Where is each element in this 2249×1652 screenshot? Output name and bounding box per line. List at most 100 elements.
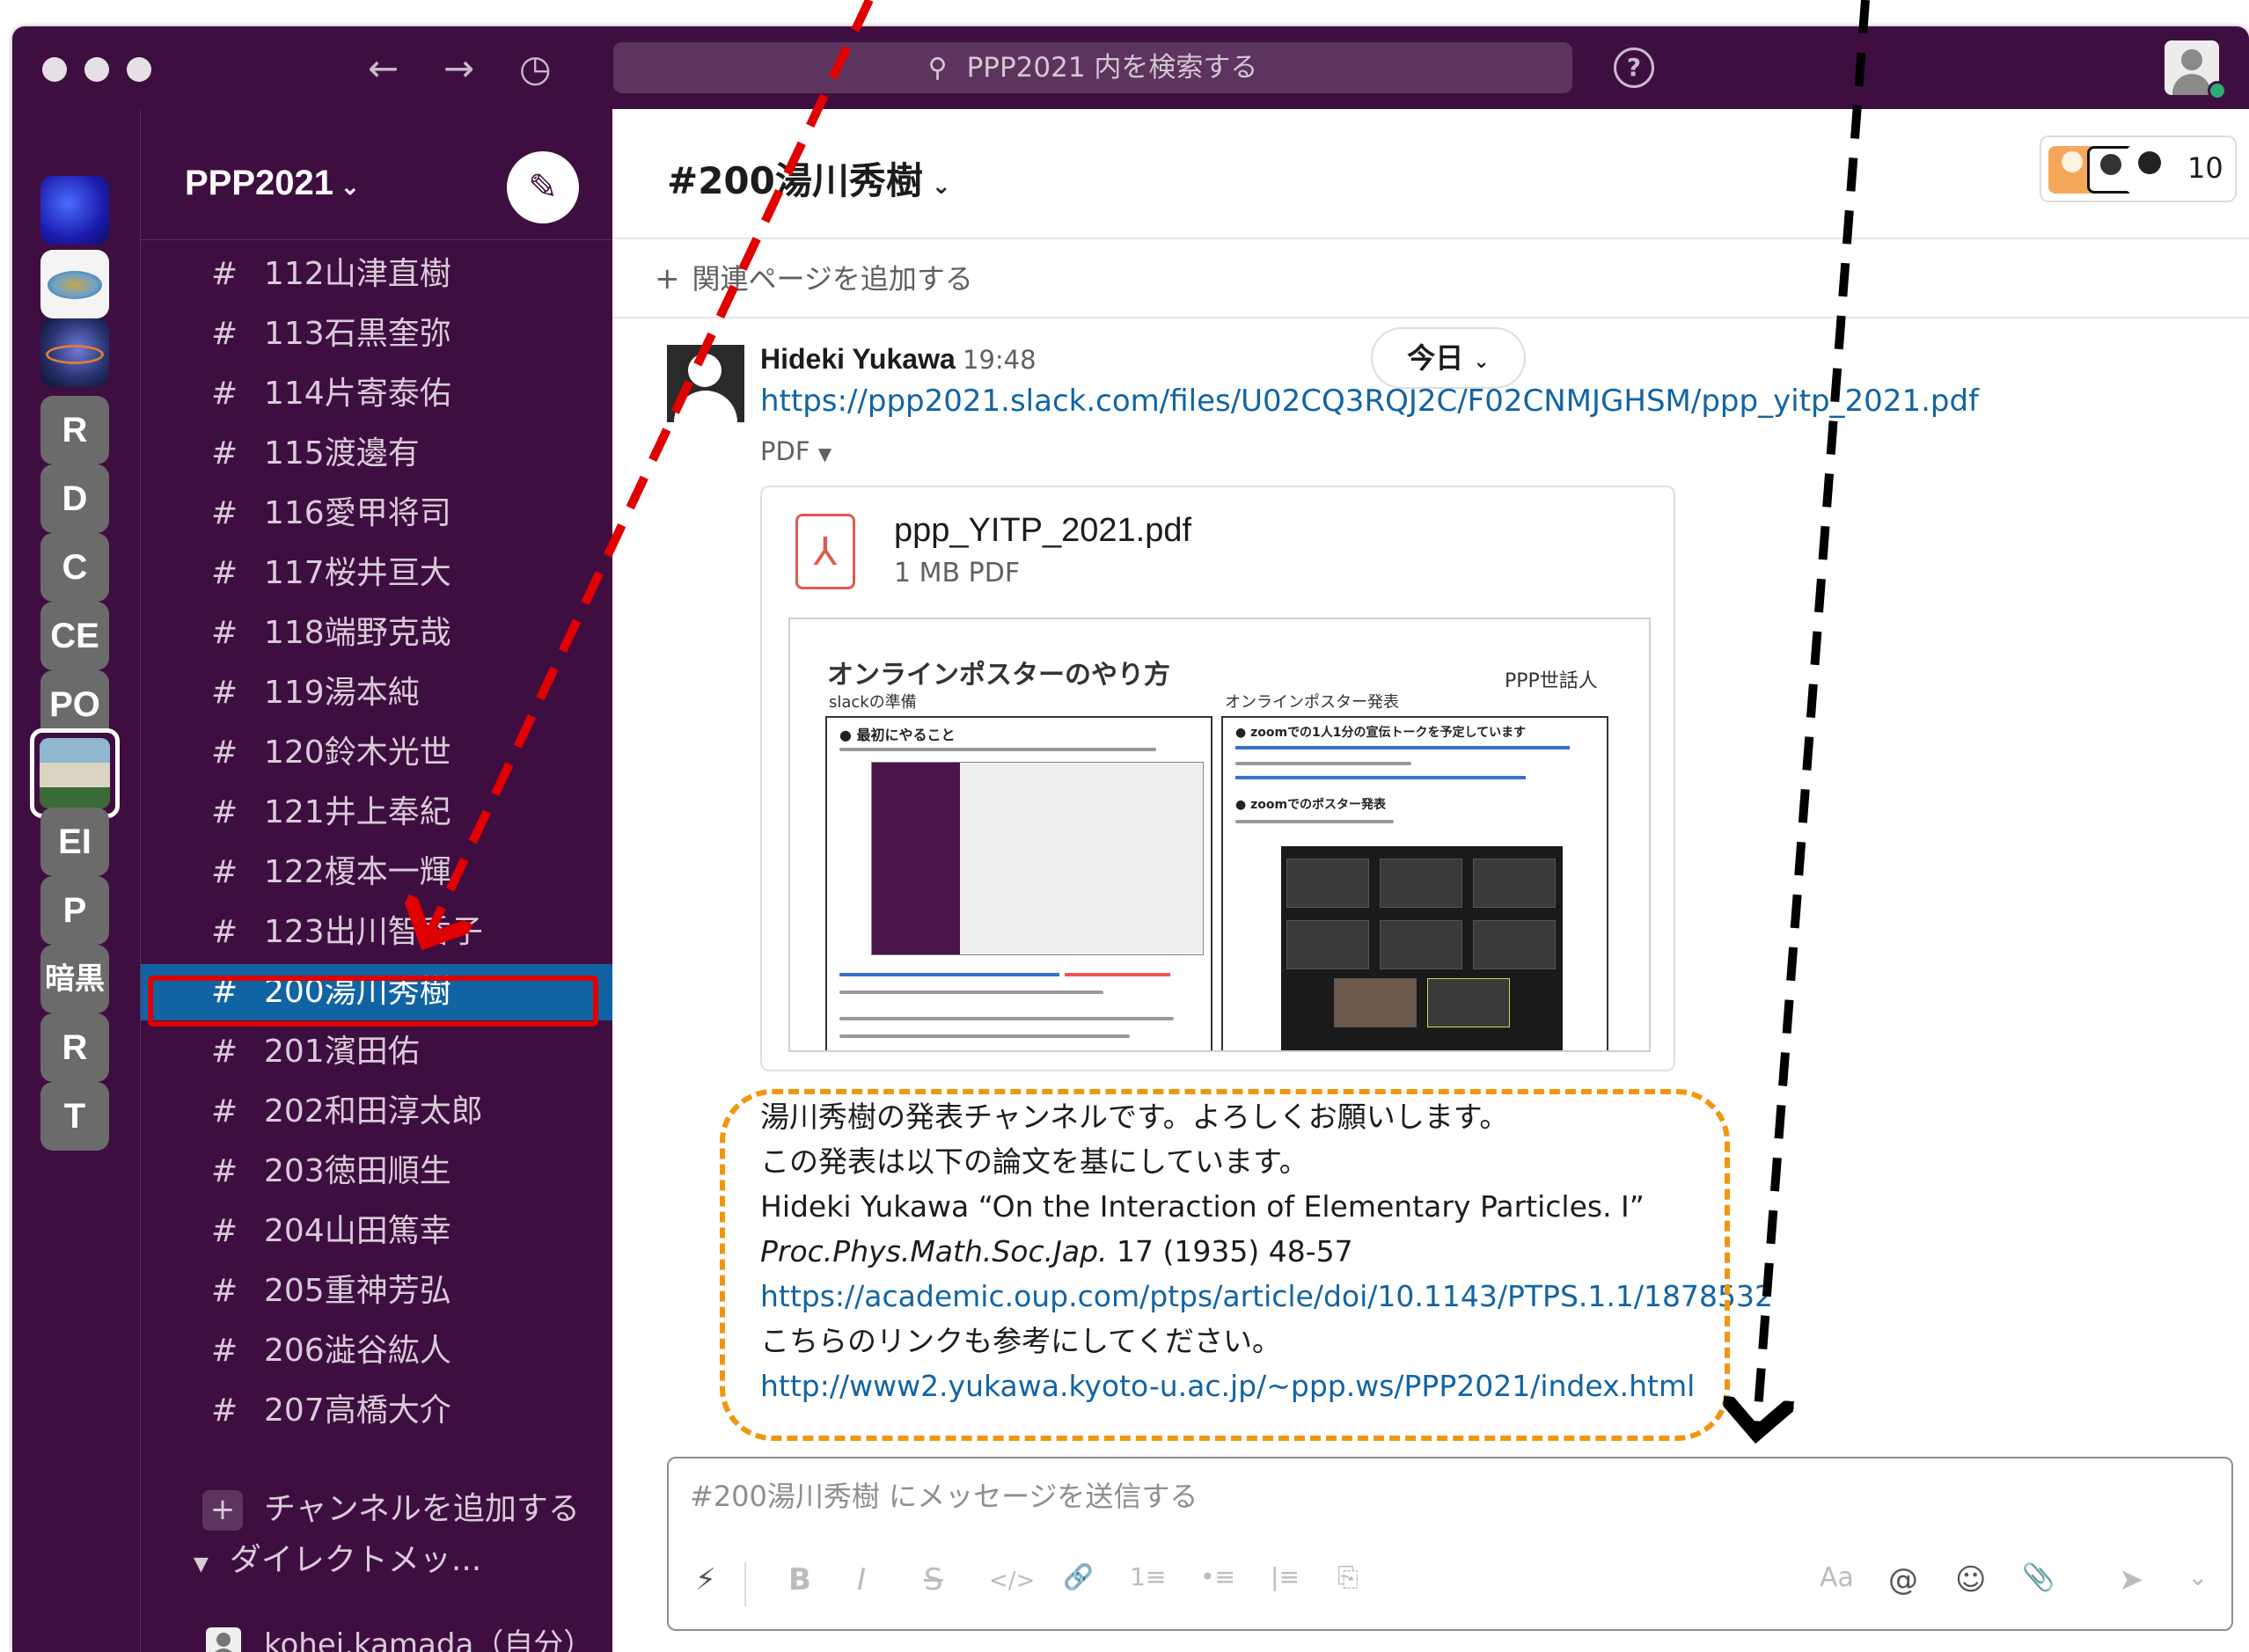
sidebar-channel[interactable]: #119湯本純 [141, 665, 612, 721]
chevron-down-icon: ⌄ [931, 173, 951, 200]
channel-name: 202和田淳太郎 [264, 1093, 483, 1129]
workspace-icon[interactable]: R [40, 1013, 109, 1082]
workspace-icon[interactable]: T [40, 1082, 109, 1151]
hash-icon: # [211, 1393, 238, 1429]
file-url-link[interactable]: https://ppp2021.slack.com/files/U02CQ3RQ… [760, 384, 1979, 419]
workspace-icon[interactable] [40, 176, 109, 245]
bold-icon[interactable]: B [788, 1562, 811, 1597]
sidebar-channel[interactable]: #206澁谷紘人 [141, 1323, 612, 1379]
search-bar[interactable]: ⚲ PPP2021 内を検索する [613, 42, 1572, 93]
window-zoom-button[interactable] [127, 57, 151, 82]
add-bookmark-button[interactable]: + 関連ページを追加する [655, 257, 973, 297]
add-channel-button[interactable]: + チャンネルを追加する [141, 1481, 612, 1538]
sidebar-channel[interactable]: #205重神芳弘 [141, 1263, 612, 1319]
sidebar-channel[interactable]: #122榎本一輝 [141, 844, 612, 901]
sidebar-channel[interactable]: #203徳田順生 [141, 1144, 612, 1200]
channel-name: 119湯本純 [264, 675, 420, 711]
sidebar-channel[interactable]: #118端野克哉 [141, 605, 612, 662]
compose-icon[interactable]: ✎ [507, 151, 579, 223]
preview-bullet: ● zoomでのポスター発表 [1235, 798, 1387, 812]
bookmark-label: 関連ページを追加する [692, 262, 973, 296]
workspace-icon[interactable]: D [40, 464, 109, 533]
sidebar-channel[interactable]: #201濱田佑 [141, 1024, 612, 1080]
date-divider-button[interactable]: 今日 ⌄ [1371, 327, 1526, 389]
caret-down-icon: ▼ [194, 1553, 209, 1575]
code-icon[interactable]: </> [989, 1568, 1035, 1594]
ordered-list-icon[interactable]: 1≡ [1130, 1562, 1166, 1591]
send-options-icon[interactable]: ⌄ [2187, 1562, 2208, 1591]
file-name[interactable]: ppp_YITP_2021.pdf [894, 512, 1191, 550]
window-close-button[interactable] [42, 57, 67, 82]
file-attachment-card[interactable]: ⅄ ppp_YITP_2021.pdf 1 MB PDF オンラインポスターのや… [760, 486, 1675, 1071]
sidebar-channel[interactable]: #121井上奉紀 [141, 785, 612, 841]
sidebar-channel[interactable]: #116愛甲将司 [141, 486, 612, 542]
blockquote-icon[interactable]: |≡ [1271, 1562, 1300, 1591]
chevron-down-icon: ⌄ [341, 173, 360, 200]
workspace-icon[interactable]: C [40, 533, 109, 602]
window-minimize-button[interactable] [84, 57, 109, 82]
formatting-icon[interactable]: Aa [1820, 1562, 1854, 1593]
workspace-icon[interactable]: R [40, 396, 109, 464]
sidebar-channel[interactable]: #123出川智香子 [141, 904, 612, 961]
send-icon[interactable]: ➤ [2119, 1562, 2144, 1597]
message-timestamp[interactable]: 19:48 [963, 345, 1037, 375]
bullet-list-icon[interactable]: •≡ [1200, 1562, 1235, 1591]
channel-name: 123出川智香子 [264, 914, 483, 950]
dm-item[interactable]: kohei.kamada（自分） [141, 1617, 612, 1652]
back-arrow-icon[interactable]: ← [368, 44, 399, 93]
preview-text-line [839, 1034, 1130, 1038]
sidebar-channel[interactable]: #112山津直樹 [141, 246, 612, 303]
sidebar-channel[interactable]: #120鈴木光世 [141, 725, 612, 781]
hash-icon: # [211, 1093, 238, 1129]
app-window: ← → ◷ ⚲ PPP2021 内を検索する ? R D C CE PO EI P… [12, 26, 2249, 1652]
preview-panel-right: ● zoomでの1人1分の宣伝トークを予定しています ● zoomでのポスター発… [1221, 716, 1608, 1050]
caret-down-icon: ▼ [817, 443, 832, 464]
sidebar-channel[interactable]: #204山田篤幸 [141, 1203, 612, 1260]
workspace-icon[interactable] [40, 250, 109, 318]
member-count: 10 [2187, 151, 2223, 185]
preview-title: オンラインポスターのやり方 [827, 660, 1170, 691]
workspace-icon[interactable]: EI [40, 808, 109, 876]
hash-icon: # [211, 854, 238, 890]
message-composer[interactable]: ⚡ B I S </> 🔗 1≡ •≡ |≡ ⎘ Aa @ ☺ 📎 ➤ ⌄ [667, 1457, 2233, 1631]
dm-section-header[interactable]: ▼ ダイレクトメッ... [194, 1534, 481, 1580]
sidebar-channel[interactable]: #202和田淳太郎 [141, 1084, 612, 1140]
help-icon[interactable]: ? [1614, 48, 1654, 88]
pdf-preview[interactable]: オンラインポスターのやり方 PPP世話人 slackの準備 オンラインポスター発… [788, 618, 1651, 1052]
workspace-icon[interactable]: 暗黒 [40, 945, 109, 1013]
pdf-toggle[interactable]: PDF ▼ [760, 436, 831, 466]
workspace-icon-selected[interactable] [30, 728, 120, 818]
file-meta: 1 MB PDF [894, 558, 1021, 588]
sender-name[interactable]: Hideki Yukawa [760, 343, 956, 376]
shortcuts-icon[interactable]: ⚡ [695, 1562, 716, 1597]
channel-name: 118端野克哉 [264, 615, 451, 651]
preview-section-right: オンラインポスター発表 [1225, 693, 1399, 712]
chevron-down-icon: ⌄ [1473, 351, 1490, 373]
workspace-icon[interactable]: CE [40, 602, 109, 670]
sidebar-channel[interactable]: #113石黒奎弥 [141, 306, 612, 362]
history-clock-icon[interactable]: ◷ [519, 44, 552, 93]
message-input[interactable] [690, 1480, 2186, 1513]
sidebar-channel[interactable]: #117桜井亘大 [141, 545, 612, 602]
mention-icon[interactable]: @ [1888, 1562, 1918, 1597]
emoji-icon[interactable]: ☺ [1955, 1562, 1986, 1597]
code-block-icon[interactable]: ⎘ [1337, 1562, 1359, 1593]
sidebar-channel[interactable]: #115渡邊有 [141, 426, 612, 482]
link-icon[interactable]: 🔗 [1063, 1562, 1094, 1591]
sidebar-channel[interactable]: #114片寄泰佑 [141, 366, 612, 422]
workspace-name-menu[interactable]: PPP2021 ⌄ [185, 164, 360, 203]
attach-icon[interactable]: 📎 [2022, 1562, 2055, 1593]
channel-name: 115渡邊有 [264, 435, 420, 471]
strikethrough-icon[interactable]: S [924, 1562, 943, 1597]
channel-title-menu[interactable]: #200湯川秀樹 ⌄ [667, 151, 951, 205]
sidebar-channel[interactable]: #207高橋大介 [141, 1383, 612, 1439]
forward-arrow-icon[interactable]: → [443, 44, 474, 93]
members-button[interactable]: 10 [2040, 135, 2237, 202]
sender-avatar[interactable] [667, 345, 744, 422]
italic-icon[interactable]: I [857, 1562, 866, 1597]
bookmark-divider [612, 317, 2249, 318]
workspace-icon[interactable]: P [40, 876, 109, 945]
workspace-icon[interactable] [40, 318, 109, 387]
hash-icon: # [211, 735, 238, 771]
hash-icon: # [211, 1333, 238, 1369]
